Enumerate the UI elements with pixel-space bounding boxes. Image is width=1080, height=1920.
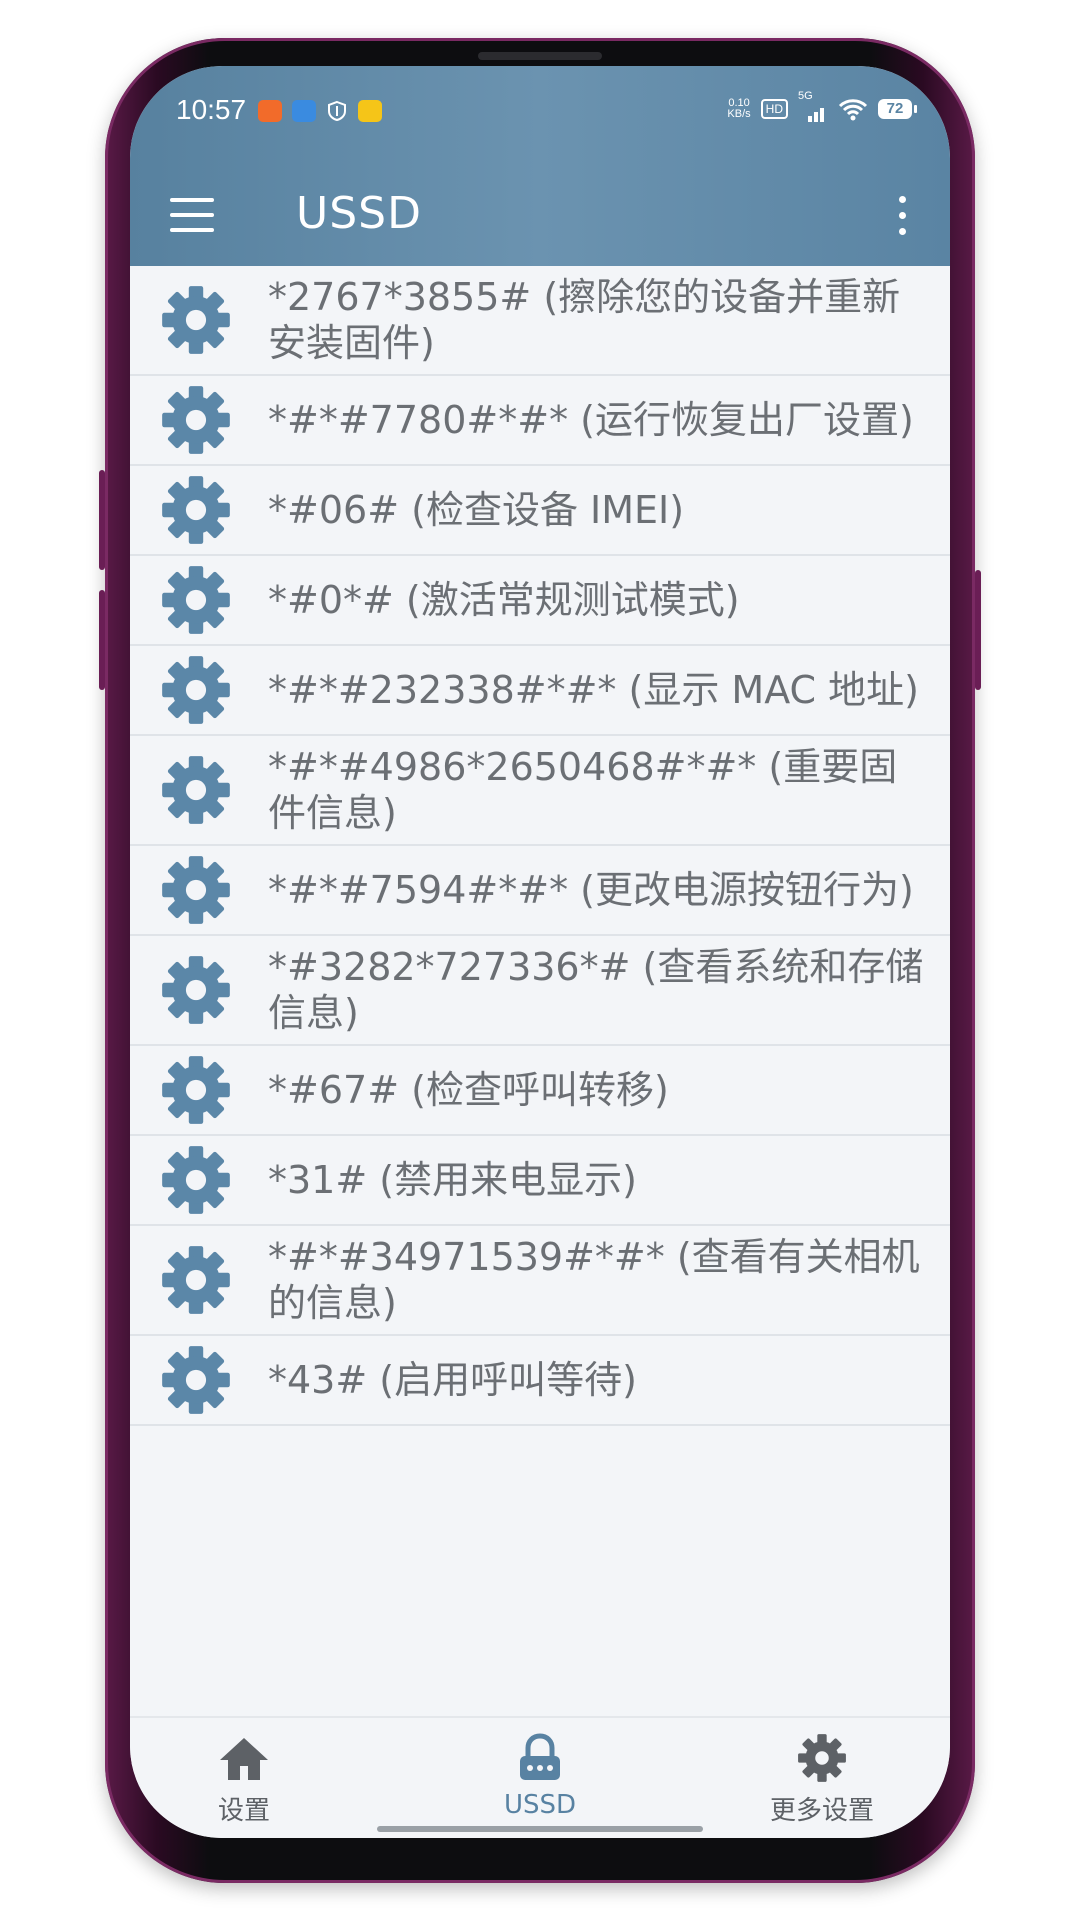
ussd-code-text: *#*#7594#*#* (更改电源按钮行为)	[268, 868, 914, 912]
home-icon	[220, 1738, 268, 1780]
hd-badge: HD	[760, 99, 788, 119]
gear-icon	[160, 854, 232, 926]
home-indicator[interactable]	[377, 1826, 703, 1832]
earpiece	[478, 52, 602, 60]
nav-label: 更多设置	[769, 1796, 874, 1826]
gear-icon	[160, 284, 232, 356]
ussd-code-text: *#*#34971539#*#* (查看有关相机的信息)	[268, 1235, 920, 1325]
status-time: 10:57	[176, 94, 247, 125]
ussd-code-text: *#67# (检查呼叫转移)	[268, 1068, 669, 1112]
overflow-menu-button[interactable]	[894, 194, 910, 238]
phone-screen: 10:57 0.10 KB/s HD 5G 72 USSD *2767*3855…	[130, 66, 950, 1838]
phone-side-button	[975, 570, 981, 690]
page-title: USSD	[296, 188, 422, 239]
wifi-icon	[838, 99, 868, 121]
ussd-code-row[interactable]: *2767*3855# (擦除您的设备并重新安装固件)	[130, 266, 950, 376]
shield-icon	[326, 100, 348, 122]
meituan-app-icon	[358, 100, 382, 122]
phone-side-button	[99, 470, 105, 570]
notification-icons	[258, 100, 382, 122]
ussd-code-text: *43# (启用呼叫等待)	[268, 1358, 637, 1402]
taobao-app-icon	[258, 100, 282, 122]
gear-icon	[160, 1344, 232, 1416]
ussd-code-text: *#*#232338#*#* (显示 MAC 地址)	[268, 668, 919, 712]
phone-side-button	[99, 590, 105, 690]
gear-icon	[160, 474, 232, 546]
signal-bars-icon	[808, 108, 824, 122]
gear-icon	[160, 384, 232, 456]
net-speed-unit: KB/s	[727, 108, 751, 120]
ussd-code-list: *2767*3855# (擦除您的设备并重新安装固件) *#*#7780#*#* …	[130, 266, 950, 1426]
ussd-code-row[interactable]: *#06# (检查设备 IMEI)	[130, 466, 950, 556]
status-right: 0.10 KB/s HD 5G 72	[727, 90, 917, 122]
ussd-code-text: *#*#4986*2650468#*#* (重要固件信息)	[268, 745, 898, 835]
lock-icon	[520, 1733, 560, 1780]
stage: 10:57 0.10 KB/s HD 5G 72 USSD *2767*3855…	[0, 0, 1080, 1920]
signal-5g: 5G	[798, 90, 828, 122]
ussd-code-text: *#3282*727336*# (查看系统和存储信息)	[268, 945, 924, 1035]
nav-item-ussd[interactable]: USSD	[440, 1732, 640, 1832]
gear-icon	[160, 1054, 232, 1126]
ussd-code-text: *#0*# (激活常规测试模式)	[268, 578, 740, 622]
gear-icon	[798, 1734, 846, 1782]
nav-label: 设置	[217, 1796, 270, 1826]
gear-icon	[160, 654, 232, 726]
toolbar: USSD	[130, 178, 950, 254]
ussd-code-text: *31# (禁用来电显示)	[268, 1158, 637, 1202]
more-vertical-icon	[899, 228, 906, 235]
hamburger-icon	[170, 198, 214, 202]
gallery-app-icon	[292, 100, 316, 122]
ussd-code-row[interactable]: *#*#232338#*#* (显示 MAC 地址)	[130, 646, 950, 736]
ussd-code-row[interactable]: *#3282*727336*# (查看系统和存储信息)	[130, 936, 950, 1046]
hamburger-icon	[170, 228, 214, 232]
ussd-code-text: *#*#7780#*#* (运行恢复出厂设置)	[268, 398, 914, 442]
ussd-code-row[interactable]: *31# (禁用来电显示)	[130, 1136, 950, 1226]
battery-indicator: 72	[878, 99, 917, 119]
net-speed: 0.10 KB/s	[727, 98, 750, 120]
hamburger-icon	[170, 213, 214, 217]
ussd-code-text: *2767*3855# (擦除您的设备并重新安装固件)	[268, 275, 901, 365]
nav-label: USSD	[503, 1790, 577, 1820]
ussd-code-row[interactable]: *#*#7594#*#* (更改电源按钮行为)	[130, 846, 950, 936]
more-vertical-icon	[899, 196, 906, 203]
network-type: 5G	[798, 90, 813, 102]
gear-icon	[160, 954, 232, 1026]
gear-icon	[160, 754, 232, 826]
ussd-code-row[interactable]: *#*#4986*2650468#*#* (重要固件信息)	[130, 736, 950, 846]
app-header: 10:57 0.10 KB/s HD 5G 72 USSD	[130, 66, 950, 266]
ussd-code-row[interactable]: *#67# (检查呼叫转移)	[130, 1046, 950, 1136]
ussd-code-row[interactable]: *#*#34971539#*#* (查看有关相机的信息)	[130, 1226, 950, 1336]
ussd-code-row[interactable]: *43# (启用呼叫等待)	[130, 1336, 950, 1426]
nav-item-settings[interactable]: 设置	[144, 1732, 344, 1832]
nav-item-more-settings[interactable]: 更多设置	[722, 1732, 922, 1832]
ussd-code-row[interactable]: *#0*# (激活常规测试模式)	[130, 556, 950, 646]
more-vertical-icon	[899, 212, 906, 219]
menu-button[interactable]	[170, 198, 214, 234]
bottom-navigation: 设置 USSD 更多设置	[130, 1716, 950, 1838]
status-bar: 10:57 0.10 KB/s HD 5G 72	[130, 66, 950, 136]
ussd-code-row[interactable]: *#*#7780#*#* (运行恢复出厂设置)	[130, 376, 950, 466]
ussd-code-text: *#06# (检查设备 IMEI)	[268, 488, 685, 532]
gear-icon	[160, 1244, 232, 1316]
gear-icon	[160, 564, 232, 636]
gear-icon	[160, 1144, 232, 1216]
